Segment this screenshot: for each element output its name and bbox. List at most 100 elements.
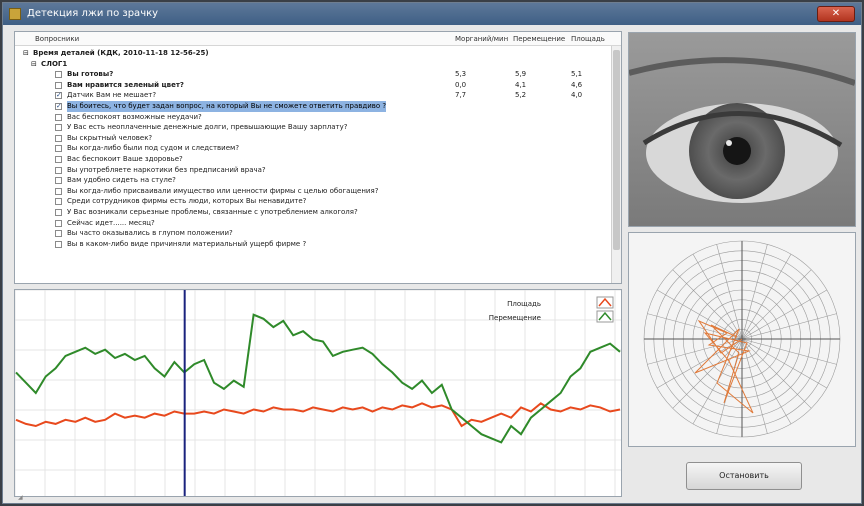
legend-label: Перемещение (489, 314, 541, 322)
question-row[interactable]: Вы скрытный человек? (15, 133, 611, 144)
question-checkbox[interactable] (55, 177, 62, 185)
question-checkbox[interactable] (55, 134, 62, 142)
question-label: Вы когда-либо присваивали имущество или … (67, 186, 379, 195)
polar-spoke (741, 338, 792, 425)
question-checkbox[interactable] (55, 90, 62, 101)
question-checkbox[interactable] (55, 145, 62, 153)
question-row[interactable]: Вас беспокоят возможные неудачи? (15, 112, 611, 123)
question-value: 7,7 (455, 91, 467, 100)
question-checkbox[interactable] (55, 198, 62, 206)
polar-spoke (741, 338, 837, 365)
question-row[interactable]: Вы когда-либо присваивали имущество или … (15, 186, 611, 197)
question-row[interactable]: Вы готовы? 5,3 5,9 5,1 (15, 69, 611, 80)
polar-spoke (656, 338, 743, 389)
questionnaire-panel: Вопросники Морганий/мин Перемещение Площ… (14, 31, 622, 284)
question-checkbox[interactable] (55, 81, 62, 89)
gaze-polar-plot (643, 240, 841, 438)
column-questions[interactable]: Вопросники (35, 35, 79, 43)
polar-spoke (716, 244, 743, 340)
question-label: У Вас возникали серьезные проблемы, связ… (67, 207, 358, 216)
question-row[interactable]: Среди сотрудников фирмы есть люди, котор… (15, 196, 611, 207)
question-checkbox[interactable] (55, 71, 62, 79)
scrollbar-thumb[interactable] (613, 50, 620, 250)
question-label: Вы когда-либо были под судом и следствие… (67, 144, 240, 153)
polar-spoke (647, 338, 743, 365)
polar-spoke (741, 338, 828, 389)
question-tree: ⊟ Время деталей (КДК, 2010-11-18 12-56-2… (15, 48, 611, 249)
tree-group-label: СЛОГ1 (41, 59, 68, 68)
graph-panel: Площадь Перемещение (14, 289, 622, 497)
folder-icon: ⊟ (23, 49, 29, 57)
gaze-polar-panel (628, 232, 856, 447)
question-label: Вы часто оказывались в глупом положении? (67, 229, 233, 238)
question-row[interactable]: У Вас возникали серьезные проблемы, связ… (15, 207, 611, 218)
question-label: Вы скрытный человек? (67, 133, 153, 142)
question-checkbox[interactable] (55, 113, 62, 121)
question-checkbox[interactable] (55, 124, 62, 132)
question-row[interactable]: Датчик Вам не мешает? 7,7 5,2 4,0 (15, 90, 611, 101)
tree-group[interactable]: ⊟ СЛОГ1 (15, 59, 611, 70)
question-label: Вы в каком-либо виде причиняли материаль… (67, 239, 307, 248)
series-line-0 (15, 402, 621, 428)
question-label: Вас беспокоят возможные неудачи? (67, 112, 202, 121)
question-value: 5,9 (515, 70, 527, 79)
polar-spoke (647, 313, 743, 340)
tree-root-label: Время деталей (КДК, 2010-11-18 12-56-25) (33, 49, 209, 57)
app-icon (9, 8, 21, 20)
column-blinks[interactable]: Морганий/мин (455, 35, 508, 43)
window-title: Детекция лжи по зрачку (27, 8, 159, 19)
question-checkbox[interactable] (55, 230, 62, 238)
question-row[interactable]: Сейчас идет...... месяц? (15, 218, 611, 229)
question-label: Вы боитесь, что будет задан вопрос, на к… (67, 100, 387, 112)
question-checkbox[interactable] (55, 208, 62, 216)
question-label: Вам удобно сидеть на стуле? (67, 176, 176, 185)
question-checkbox[interactable] (55, 240, 62, 248)
folder-icon: ⊟ (31, 59, 37, 68)
question-row[interactable]: Вас беспокоит Ваше здоровье? (15, 154, 611, 165)
question-label: Вы готовы? (67, 70, 114, 79)
polar-spoke (741, 313, 837, 340)
eye-image (629, 33, 855, 226)
question-label: Вам нравится зеленый цвет? (67, 80, 184, 89)
question-label: Датчик Вам не мешает? (67, 91, 157, 100)
question-row[interactable]: Вы боитесь, что будет задан вопрос, на к… (15, 100, 611, 112)
title-bar: Детекция лжи по зрачку ✕ (3, 3, 861, 25)
series-line-1 (15, 313, 621, 444)
question-value: 5,2 (515, 91, 527, 100)
question-checkbox[interactable] (55, 187, 62, 195)
question-label: Сейчас идет...... месяц? (67, 218, 155, 227)
question-value: 5,3 (455, 70, 467, 79)
question-checkbox[interactable] (55, 166, 62, 174)
question-row[interactable]: Вам нравится зеленый цвет? 0,0 4,1 4,6 (15, 80, 611, 91)
question-checkbox[interactable] (55, 219, 62, 227)
questionnaire-header: Вопросники Морганий/мин Перемещение Площ… (15, 32, 621, 46)
column-area[interactable]: Площадь (571, 35, 605, 43)
question-row[interactable]: Вы в каком-либо виде причиняли материаль… (15, 239, 611, 250)
question-row[interactable]: Вам удобно сидеть на стуле? (15, 175, 611, 186)
question-checkbox[interactable] (55, 155, 62, 163)
eye-camera-view (628, 32, 856, 227)
question-checkbox[interactable] (55, 101, 62, 112)
question-label: Вы употребляете наркотики без предписани… (67, 165, 266, 174)
polar-spoke (656, 289, 743, 340)
question-scrollbar[interactable] (611, 46, 621, 283)
question-row[interactable]: Вы употребляете наркотики без предписани… (15, 165, 611, 176)
polar-spoke (741, 338, 768, 434)
tree-root[interactable]: ⊟ Время деталей (КДК, 2010-11-18 12-56-2… (15, 48, 611, 59)
question-label: Вас беспокоит Ваше здоровье? (67, 154, 183, 163)
question-row[interactable]: У Вас есть неоплаченные денежные долги, … (15, 122, 611, 133)
stop-button[interactable]: Остановить (686, 462, 802, 490)
polar-spoke (741, 244, 768, 340)
question-label: У Вас есть неоплаченные денежные долги, … (67, 123, 348, 132)
question-value: 4,6 (571, 80, 583, 89)
question-value: 4,1 (515, 80, 527, 89)
column-movements[interactable]: Перемещение (513, 35, 565, 43)
question-value: 4,0 (571, 91, 583, 100)
close-button[interactable]: ✕ (817, 6, 855, 22)
polar-spoke (741, 253, 792, 340)
question-row[interactable]: Вы часто оказывались в глупом положении? (15, 228, 611, 239)
signal-chart: Площадь Перемещение (15, 290, 621, 496)
resize-grip[interactable]: ◢ (18, 494, 26, 501)
question-row[interactable]: Вы когда-либо были под судом и следствие… (15, 143, 611, 154)
question-value: 5,1 (571, 70, 583, 79)
